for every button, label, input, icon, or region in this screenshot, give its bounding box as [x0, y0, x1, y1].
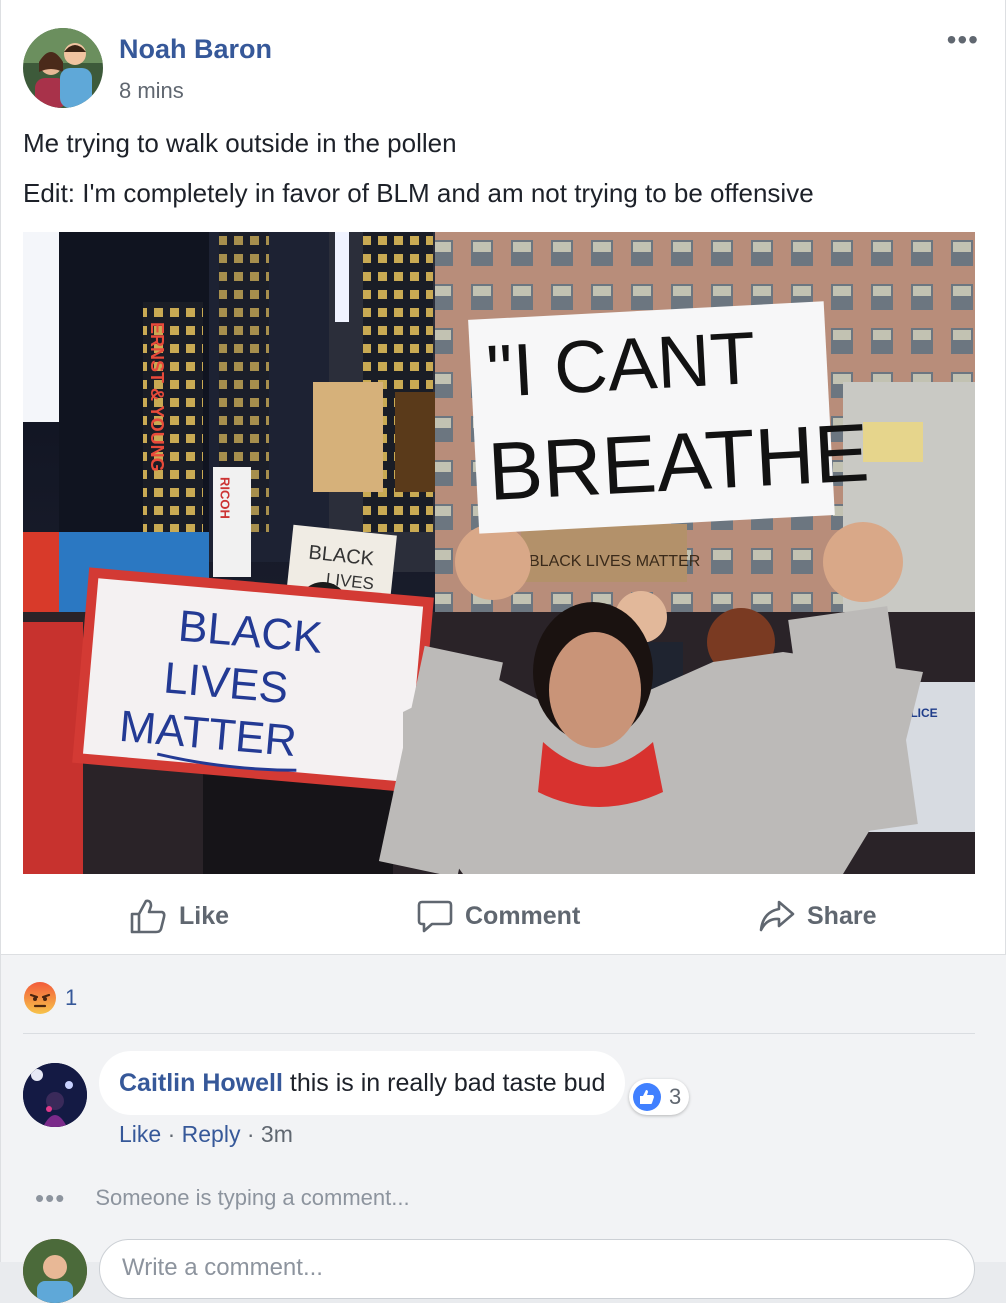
- comment-bubble-icon: [417, 900, 453, 933]
- post-author-name[interactable]: Noah Baron: [119, 34, 272, 65]
- more-options-icon[interactable]: •••: [947, 26, 979, 54]
- post-actions-bar: Like Comment Share: [1, 876, 1006, 954]
- share-label: Share: [807, 901, 877, 930]
- like-circle-icon: [633, 1083, 661, 1111]
- thumbs-up-icon: [130, 899, 166, 934]
- share-arrow-icon: [759, 900, 795, 932]
- comment-sep-1: ·: [167, 1121, 176, 1147]
- reactions-summary[interactable]: 1: [23, 981, 77, 1015]
- angry-emoji-icon: [24, 982, 56, 1014]
- back-sign-text: BLACK LIVES MATTER: [529, 553, 700, 570]
- typing-indicator: ••• Someone is typing a comment...: [35, 1185, 410, 1211]
- reaction-count: 1: [65, 985, 78, 1010]
- comment-links: Like · Reply · 3m: [119, 1121, 293, 1148]
- post-timestamp[interactable]: 8 mins: [119, 78, 184, 104]
- bank-sign: RICOH: [218, 477, 233, 519]
- post-card: Noah Baron 8 mins ••• Me trying to walk …: [0, 0, 1006, 1303]
- post-text-line-1: Me trying to walk outside in the pollen: [23, 128, 457, 158]
- comment-bubble: Caitlin Howell this is in really bad tas…: [99, 1051, 626, 1115]
- comment-time[interactable]: 3m: [261, 1121, 293, 1147]
- comment-like-badge[interactable]: 3: [629, 1079, 690, 1115]
- comment-reply-link[interactable]: Reply: [182, 1121, 241, 1147]
- post-text-line-2: Edit: I'm completely in favor of BLM and…: [23, 178, 814, 208]
- like-label: Like: [179, 901, 230, 930]
- comment-like-link[interactable]: Like: [119, 1121, 161, 1147]
- comment-text: this is in really bad taste bud: [289, 1068, 606, 1097]
- typing-dots-icon: •••: [35, 1183, 66, 1213]
- post-photo[interactable]: ERNST & YOUNG RICOH POLICE BLACK LIVES M…: [23, 232, 975, 874]
- commenter-name[interactable]: Caitlin Howell: [119, 1069, 283, 1098]
- comment-sep-2: ·: [246, 1121, 255, 1147]
- comments-section: 1 Caitlin Howell this is in really bad t…: [1, 954, 1006, 1303]
- commenter-avatar[interactable]: [23, 1063, 87, 1127]
- author-avatar[interactable]: [23, 28, 103, 108]
- comment-input[interactable]: Write a comment...: [99, 1239, 975, 1299]
- current-user-avatar[interactable]: [23, 1239, 87, 1303]
- like-button[interactable]: Like: [129, 896, 229, 936]
- svg-text:ERNST & YOUNG: ERNST & YOUNG: [147, 322, 167, 472]
- post-header: Noah Baron 8 mins •••: [23, 26, 983, 108]
- building-sign: ERNST & YOUNG: [147, 322, 167, 472]
- comment-label: Comment: [465, 901, 581, 930]
- share-button[interactable]: Share: [759, 896, 876, 936]
- comment-like-count: 3: [669, 1084, 682, 1109]
- comment-button[interactable]: Comment: [417, 896, 580, 936]
- typing-text: Someone is typing a comment...: [95, 1185, 410, 1210]
- main-sign-line-1: "I CANT: [485, 316, 758, 413]
- comments-divider: [23, 1033, 975, 1034]
